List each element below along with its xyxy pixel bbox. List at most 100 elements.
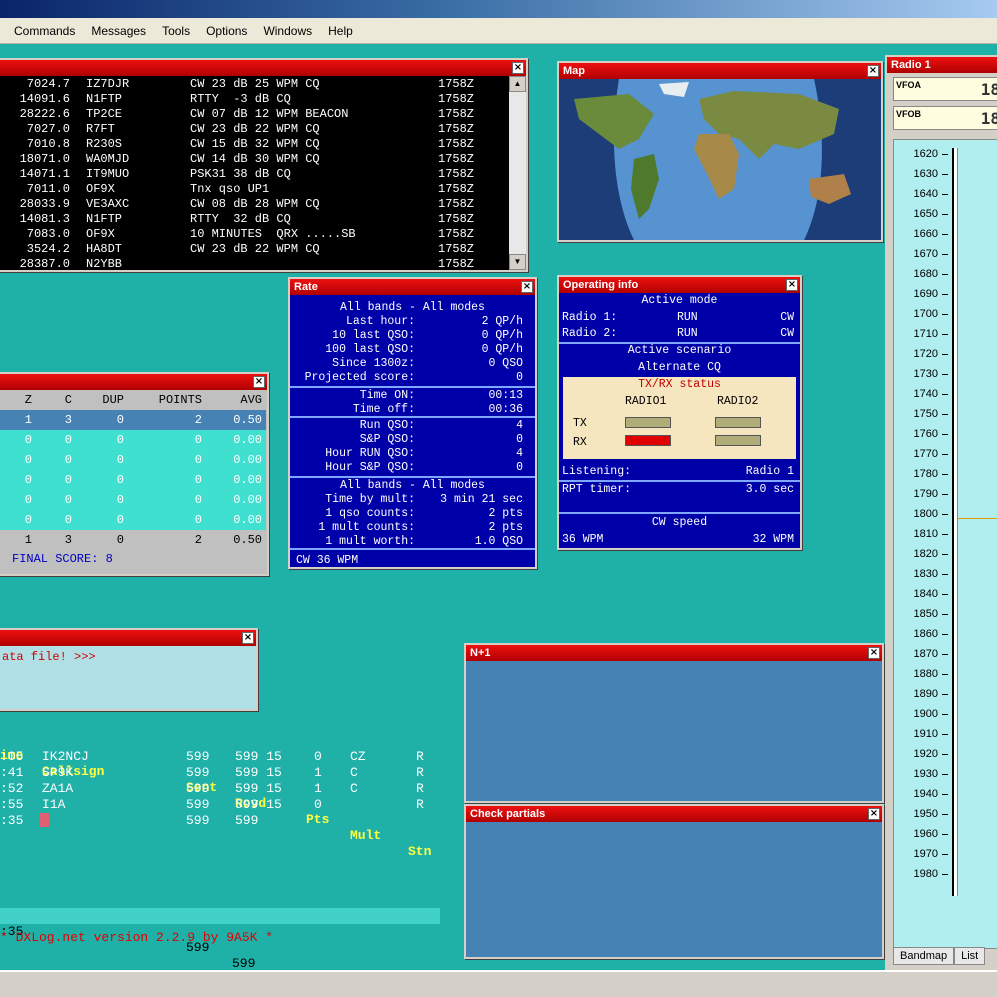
close-icon[interactable]: × [868,808,880,820]
bandmap-tick [942,554,948,555]
map-titlebar[interactable]: Map × [559,63,881,79]
score-cell: 0 [116,433,124,447]
score-cell: 0 [64,513,72,527]
score-titlebar[interactable]: × [0,374,267,390]
bandmap-frequency-label: 1640 [913,188,938,200]
rpt-timer-value: 3.0 sec [745,483,794,496]
log-row[interactable]: :05 IK2NCJ 599 599 15 0 CZ R [0,749,440,765]
menu-commands[interactable]: Commands [6,24,83,38]
opinfo-titlebar[interactable]: Operating info × [559,277,800,293]
final-score: FINAL SCORE: 8 [12,552,113,566]
bandmap[interactable]: 1620 1630 1640 1650 1660 1670 1680 1690 1700 1710… [893,139,997,949]
spot-freq: 7010.8 [26,137,70,151]
rate-row: Time off: 00:36 [290,403,535,417]
bandmap-tick [942,454,948,455]
vfob-display[interactable]: VFOB 18 [893,106,997,130]
cluster-spot-row[interactable]: 28033.9 VE3AXC CW 08 dB 28 WPM CQ 1758Z [0,197,509,212]
cluster-scrollbar[interactable]: ▲ ▼ [509,76,526,270]
partials-titlebar[interactable]: Check partials × [466,806,882,822]
bandmap-tick [942,794,948,795]
rate-row: 1 mult counts: 2 pts [290,521,535,535]
score-cell: 2 [194,413,202,427]
bandmap-frequency-label: 1840 [913,588,938,600]
radio1-titlebar[interactable]: Radio 1 [887,57,997,73]
rate-row: Hour RUN QSO: 4 [290,447,535,461]
rate-label: Since 1300z: [332,357,415,370]
close-icon[interactable]: × [867,65,879,77]
rate-row: Last hour: 2 QP/h [290,315,535,329]
log-rcvd: 599 15 [235,765,282,780]
bandmap-tick [942,474,948,475]
log-rcvd: 599 15 [235,749,282,764]
cluster-spot-row[interactable]: 28222.6 TP2CE CW 07 dB 12 WPM BEACON 1758Z [0,107,509,122]
close-icon[interactable]: × [868,647,880,659]
cluster-spot-row[interactable]: 7011.0 OF9X Tnx qso UP1 1758Z [0,182,509,197]
close-icon[interactable]: × [512,62,524,74]
rate-value: 3 min 21 sec [440,493,523,506]
rate-label: 1 mult worth: [325,535,415,548]
log-row[interactable]: :41 SP9K 599 599 15 1 C R [0,765,440,781]
bandmap-tick [942,394,948,395]
spot-call: HA8DT [86,242,123,256]
log-pts: 1 [314,765,322,780]
log-time: :35 [0,813,24,828]
score-cell: 1 [24,533,32,547]
close-icon[interactable]: × [786,279,798,291]
rate-value: 0 QSO [488,357,523,370]
bandmap-tick [942,634,948,635]
tab-list[interactable]: List [954,947,986,965]
spot-info: CW 23 dB 22 WPM CQ [190,242,320,256]
message-titlebar[interactable]: × [0,630,256,646]
callsign-cursor[interactable] [40,813,49,827]
cluster-spot-row[interactable]: 7024.7 IZ7DJR CW 23 dB 25 WPM CQ 1758Z [0,77,509,92]
log-row[interactable]: :35 599 599 [0,813,440,829]
qso-log[interactable]: ime Callsign Sent Rcvd Pts Mult Stn :05 I… [0,730,440,971]
cluster-spot-row[interactable]: 14071.1 IT9MUO PSK31 38 dB CQ 1758Z [0,167,509,182]
score-row: 1 3 0 2 0.50 [0,410,266,430]
cluster-spot-row[interactable]: 7010.8 R230S CW 15 dB 32 WPM CQ 1758Z [0,137,509,152]
spot-freq: 28033.9 [19,197,70,211]
rate-value: 0 [516,461,523,474]
bandmap-frequency-label: 1730 [913,368,938,380]
log-stn: R [416,749,424,764]
spot-call: R230S [86,137,123,151]
cluster-titlebar[interactable]: × [0,60,526,76]
rate-row: All bands - All modes [290,479,535,493]
rate-value: 1.0 QSO [474,535,523,548]
menu-windows[interactable]: Windows [255,24,320,38]
close-icon[interactable]: × [521,281,533,293]
rate-row: Run QSO: 4 [290,419,535,433]
log-rcvd: 599 15 [235,797,282,812]
score-row: 0 0 0 0 0.00 [0,490,266,510]
close-icon[interactable]: × [253,376,265,388]
bandmap-frequency-label: 1980 [913,868,938,880]
cluster-spot-row[interactable]: 7027.0 R7FT CW 23 dB 22 WPM CQ 1758Z [0,122,509,137]
spot-info: CW 07 dB 12 WPM BEACON [190,107,349,121]
bandmap-tick [942,654,948,655]
close-icon[interactable]: × [242,632,254,644]
cluster-spot-row[interactable]: 7083.0 OF9X 10 MINUTES QRX .....SB 1758Z [0,227,509,242]
menu-help[interactable]: Help [320,24,361,38]
menu-messages[interactable]: Messages [83,24,154,38]
score-row: 0 0 0 0 0.00 [0,450,266,470]
cluster-spot-row[interactable]: 18071.0 WA0MJD CW 14 dB 30 WPM CQ 1758Z [0,152,509,167]
vfoa-display[interactable]: VFOA 18 [893,77,997,101]
cluster-spot-row[interactable]: 3524.2 HA8DT CW 23 dB 22 WPM CQ 1758Z [0,242,509,257]
menu-options[interactable]: Options [198,24,255,38]
cluster-spot-row[interactable]: 14091.6 N1FTP RTTY -3 dB CQ 1758Z [0,92,509,107]
log-row[interactable]: :52 ZA1A 599 599 15 1 C R [0,781,440,797]
cluster-list[interactable]: 7024.7 IZ7DJR CW 23 dB 25 WPM CQ 1758Z 14091… [0,76,509,272]
log-call: I1A [42,797,66,812]
nplus1-titlebar[interactable]: N+1 × [466,645,882,661]
tab-bandmap[interactable]: Bandmap [893,947,955,965]
score-cell: 0 [194,493,202,507]
scroll-down-icon[interactable]: ▼ [509,254,526,270]
entry-line[interactable]: :35 599 599 [0,908,440,971]
menu-tools[interactable]: Tools [154,24,198,38]
log-row[interactable]: :55 I1A 599 599 15 0 R [0,797,440,813]
rate-titlebar[interactable]: Rate × [290,279,535,295]
cluster-spot-row[interactable]: 28387.0 N2YBB 1758Z [0,257,509,272]
cluster-spot-row[interactable]: 14081.3 N1FTP RTTY 32 dB CQ 1758Z [0,212,509,227]
scroll-up-icon[interactable]: ▲ [509,76,526,92]
rate-label: Projected score: [304,371,415,384]
